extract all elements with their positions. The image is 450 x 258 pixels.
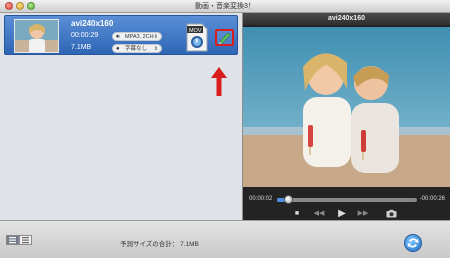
speech-bubble-icon: ● xyxy=(116,46,120,52)
detail-view-icon xyxy=(22,237,29,244)
subtitle-select[interactable]: ● 字幕なし ⇕ xyxy=(112,44,162,53)
fast-forward-button[interactable]: ▶▶ xyxy=(355,209,371,219)
file-list-panel: avi240x160 00:00:29 7.1MB 🔊︎ MPA3, 2CH ⇕… xyxy=(0,13,243,220)
stop-button[interactable]: ■ xyxy=(291,209,303,219)
rewind-icon: ◀◀ xyxy=(313,210,325,217)
detail-view-button[interactable] xyxy=(19,235,32,245)
snapshot-button[interactable] xyxy=(385,209,397,219)
format-badge-text: MOV xyxy=(189,28,202,34)
speaker-icon: 🔊︎ xyxy=(116,34,120,40)
edit-button[interactable] xyxy=(215,29,234,46)
bottom-toolbar: 予測サイズの合計： 7.1MB xyxy=(0,220,450,258)
convert-button[interactable] xyxy=(404,234,422,252)
remaining-time: -00:00:26 xyxy=(419,196,445,202)
chevron-updown-icon: ⇕ xyxy=(153,34,158,40)
convert-arrows-icon xyxy=(407,238,419,248)
fast-forward-icon: ▶▶ xyxy=(357,210,369,217)
chevron-updown-icon: ⇕ xyxy=(153,46,158,52)
file-name: avi240x160 xyxy=(71,19,114,28)
current-time: 00:00:02 xyxy=(249,196,273,202)
preview-title: avi240x160 xyxy=(243,13,450,25)
window-title: 動画・音楽変換3！ xyxy=(195,3,255,10)
file-duration: 00:00:29 xyxy=(71,32,99,39)
app-window: 動画・音楽変換3！ avi240x160 00:00:29 7.1MB 🔊︎ M… xyxy=(0,0,450,258)
video-frame[interactable] xyxy=(243,27,450,187)
list-view-button[interactable] xyxy=(6,235,19,245)
list-view-icon xyxy=(9,237,16,244)
seek-bar[interactable] xyxy=(277,198,417,202)
play-icon: ▶ xyxy=(338,208,346,219)
pencil-icon xyxy=(219,32,231,44)
rewind-button[interactable]: ◀◀ xyxy=(311,209,327,219)
output-format-mov-icon[interactable]: MOV xyxy=(185,23,209,52)
estimated-size-label: 予測サイズの合計： 7.1MB xyxy=(120,241,199,248)
audio-track-label: MPA3, 2CH xyxy=(125,34,154,40)
seek-handle[interactable] xyxy=(283,195,293,204)
annotation-arrow-icon xyxy=(209,65,229,97)
play-button[interactable]: ▶ xyxy=(335,209,349,219)
title-bar: 動画・音楽変換3！ xyxy=(0,0,450,13)
audio-track-select[interactable]: 🔊︎ MPA3, 2CH ⇕ xyxy=(112,32,162,41)
camera-icon xyxy=(386,209,396,218)
playback-controls: ■ ◀◀ ▶ ▶▶ xyxy=(289,209,403,220)
preview-panel: avi240x160 00:00:02 -00:00:26 ■ ◀◀ ▶ ▶▶ xyxy=(243,13,450,220)
file-size: 7.1MB xyxy=(71,44,92,51)
video-thumbnail xyxy=(14,19,59,53)
subtitle-label: 字幕なし xyxy=(125,46,148,52)
file-list-item[interactable]: avi240x160 00:00:29 7.1MB 🔊︎ MPA3, 2CH ⇕… xyxy=(4,15,238,55)
stop-icon: ■ xyxy=(294,210,300,217)
